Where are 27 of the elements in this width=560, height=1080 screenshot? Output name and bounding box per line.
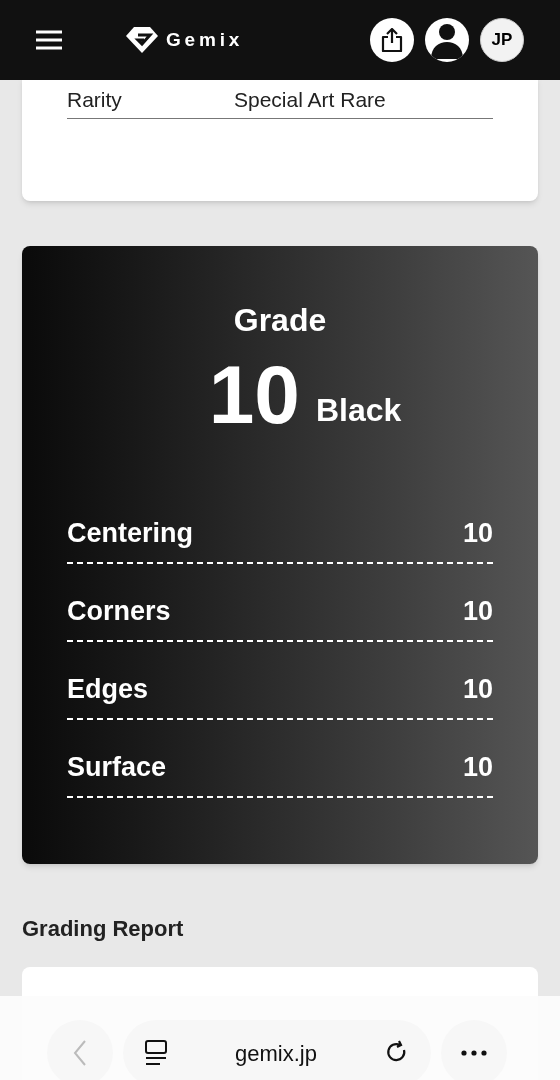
address-bar[interactable]: gemix.jp (123, 1020, 431, 1080)
share-icon (381, 28, 403, 52)
subgrade-value: 10 (462, 750, 493, 784)
chevron-left-icon (73, 1040, 87, 1066)
subgrade-label: Corners (67, 594, 171, 628)
account-button[interactable] (425, 18, 469, 62)
subgrade-value: 10 (462, 594, 493, 628)
info-value: Special Art Rare (234, 87, 386, 113)
subgrade-label: Surface (67, 750, 167, 784)
logo-text[interactable]: Gemix (166, 25, 244, 55)
user-icon (430, 21, 464, 59)
menu-icon[interactable] (36, 30, 62, 50)
subgrade-value: 10 (462, 516, 493, 550)
subgrade-value: 10 (462, 672, 493, 706)
subgrade-label: Centering (67, 516, 193, 550)
more-icon (461, 1050, 487, 1056)
subgrade-label: Edges (67, 672, 149, 706)
info-label: Rarity (67, 87, 123, 113)
grade-tier-label: Black (315, 391, 402, 430)
language-button[interactable]: JP (480, 18, 524, 62)
section-heading: Grading Report (22, 915, 185, 943)
url-text[interactable]: gemix.jp (167, 1036, 385, 1070)
reader-icon[interactable] (145, 1040, 167, 1066)
logo-icon (126, 27, 158, 53)
grade-title: Grade (232, 301, 328, 340)
grade-score: 10 (208, 354, 300, 436)
share-button[interactable] (370, 18, 414, 62)
